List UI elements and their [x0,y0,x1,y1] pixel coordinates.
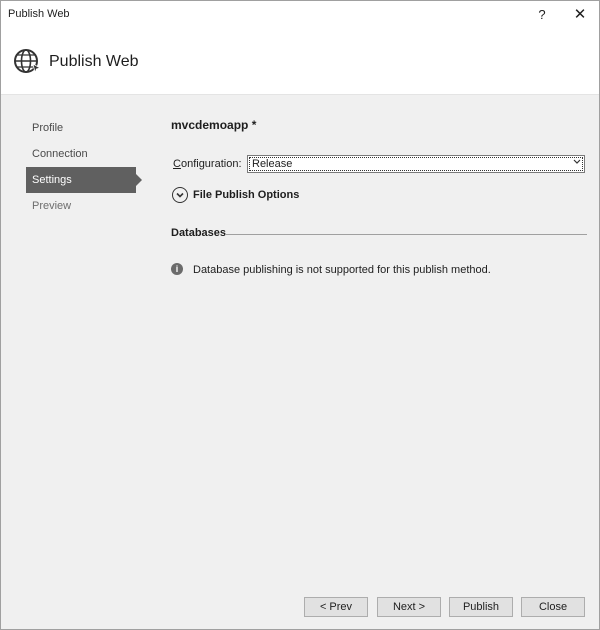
section-divider [225,234,587,235]
nav-item-profile[interactable]: Profile [26,115,136,141]
databases-message: Database publishing is not supported for… [193,264,491,276]
nav-item-connection[interactable]: Connection [26,141,136,167]
next-button[interactable]: Next > [377,597,441,617]
wizard-nav: Profile Connection Settings Preview [26,115,146,219]
publish-button-label: Publish [462,601,500,613]
databases-section-header: Databases [171,227,587,241]
nav-item-label: Preview [32,200,72,212]
globe-icon [13,47,42,75]
configuration-label: Configuration: [173,158,242,170]
databases-info: i Database publishing is not supported f… [171,263,587,279]
dialog-header: Publish Web [1,27,599,95]
help-button[interactable]: ? [527,3,557,25]
nav-item-label: Settings [32,174,72,186]
window-title: Publish Web [8,8,70,20]
page-title: Publish Web [49,53,139,70]
nav-item-label: Profile [32,122,64,134]
configuration-row: Configuration: Release [171,155,587,173]
nav-item-preview[interactable]: Preview [26,193,136,219]
next-button-label: Next > [392,601,426,613]
profile-name: mvcdemoapp * [171,118,257,132]
nav-item-label: Connection [32,148,88,160]
close-button-label: Close [538,601,568,613]
info-icon: i [171,263,183,275]
title-bar: Publish Web ? ✕ [1,1,599,27]
prev-button[interactable]: < Prev [304,597,368,617]
close-button[interactable]: Close [521,597,585,617]
close-window-button[interactable]: ✕ [565,3,595,25]
publish-web-dialog: Publish Web ? ✕ Publish Web Profile Conn… [0,0,600,630]
configuration-select[interactable]: Release [247,155,585,173]
file-publish-options-toggle[interactable]: File Publish Options [171,187,371,205]
nav-item-settings[interactable]: Settings [26,167,142,193]
publish-button[interactable]: Publish [449,597,513,617]
prev-button-label: < Prev [319,601,353,613]
chevron-down-icon [573,157,581,169]
configuration-value: Release [252,158,293,170]
dialog-footer: < Prev Next > Publish Close [1,597,599,619]
expand-chevron-icon [172,187,188,203]
databases-label: Databases [171,227,227,239]
file-publish-options-label: File Publish Options [193,189,300,201]
